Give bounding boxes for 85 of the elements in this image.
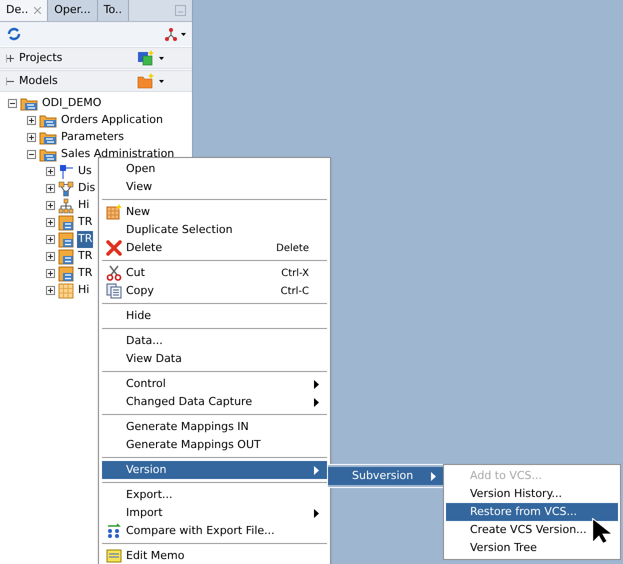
menu-item[interactable]: Subversion <box>328 467 444 485</box>
menu-item[interactable]: Control <box>102 375 327 393</box>
datastore-icon <box>58 266 74 282</box>
tree-item[interactable]: Hi <box>77 197 90 214</box>
expand-icon[interactable] <box>46 167 55 176</box>
expand-icon[interactable] <box>46 218 55 227</box>
menu-item[interactable]: Version <box>102 461 327 479</box>
mouse-pointer-icon <box>592 518 613 544</box>
menu-item[interactable]: Data... <box>102 332 327 350</box>
key-arrow-icon <box>58 164 74 180</box>
copy-icon <box>106 283 122 299</box>
compare-icon <box>106 523 122 539</box>
memo-icon <box>106 548 122 564</box>
diagram-icon <box>58 180 74 196</box>
menu-item[interactable]: Restore from VCS... <box>446 503 618 521</box>
menu-item[interactable]: View Data <box>102 350 327 368</box>
model-folder-icon <box>39 147 57 162</box>
new-table-icon <box>106 204 122 220</box>
menu-item[interactable]: Version History... <box>446 485 618 503</box>
shortcut-text: Ctrl-X <box>281 266 309 280</box>
accordion-header[interactable]: Projects <box>0 47 192 69</box>
caret-icon[interactable] <box>159 56 164 60</box>
tree-item[interactable]: Us <box>77 163 93 180</box>
shortcut-text: Delete <box>276 242 309 256</box>
menu-item[interactable]: Duplicate Selection <box>102 221 327 239</box>
connect-menu-button[interactable] <box>164 27 186 41</box>
expand-icon[interactable] <box>46 184 55 193</box>
menu-item[interactable]: Copy Ctrl-C <box>102 282 327 300</box>
tab[interactable]: Oper... <box>48 0 98 21</box>
menu-item[interactable]: Version Tree <box>446 539 618 557</box>
new-folder-icon <box>137 73 155 89</box>
refresh-icon[interactable] <box>6 26 22 42</box>
accordion-header[interactable]: Models <box>0 70 192 92</box>
tree-item[interactable]: ODI_DEMO <box>41 95 102 112</box>
model-folder-icon <box>39 130 57 145</box>
delete-icon <box>106 240 122 256</box>
close-icon[interactable] <box>34 7 42 14</box>
datastore-icon <box>58 248 74 264</box>
tree-item[interactable]: TR <box>77 265 94 282</box>
new-project-icon <box>137 50 155 66</box>
menu-item[interactable]: Import <box>102 504 327 522</box>
tree-item[interactable]: Dis <box>77 180 96 197</box>
menu-item[interactable]: Create VCS Version... <box>446 521 618 539</box>
tree-item[interactable]: TR <box>77 231 94 248</box>
menu-item[interactable]: Export... <box>102 486 327 504</box>
hierarchy-icon <box>58 198 74 214</box>
collapse-icon[interactable] <box>27 150 36 159</box>
menu-item[interactable]: Delete Delete <box>102 239 327 257</box>
expand-icon[interactable] <box>46 252 55 261</box>
menu-item[interactable]: New <box>102 203 327 221</box>
menu-item[interactable]: Open <box>102 160 327 178</box>
menu-item[interactable]: Hide <box>102 307 327 325</box>
caret-icon[interactable] <box>159 80 164 82</box>
expand-icon[interactable] <box>27 116 36 125</box>
expand-icon[interactable] <box>46 286 55 295</box>
table-icon <box>58 282 74 298</box>
menu-item[interactable]: Cut Ctrl-X <box>102 264 327 282</box>
menu-item[interactable]: Compare with Export File... <box>102 522 327 540</box>
model-folder-icon <box>20 96 38 111</box>
scissors-icon <box>106 265 122 281</box>
shortcut-text: Ctrl-C <box>280 284 309 298</box>
expand-icon[interactable] <box>46 235 55 244</box>
datastore-icon <box>58 214 74 230</box>
tab[interactable]: De.. <box>0 0 48 21</box>
caret-icon <box>181 32 186 36</box>
tab[interactable]: To.. <box>98 0 130 21</box>
expand-icon[interactable] <box>46 201 55 210</box>
menu-item[interactable]: Generate Mappings IN <box>102 418 327 436</box>
expand-icon <box>6 54 15 62</box>
tree-item[interactable]: TR <box>77 248 94 265</box>
expand-icon[interactable] <box>46 269 55 278</box>
menu-item[interactable]: Changed Data Capture <box>102 393 327 411</box>
collapse-icon <box>6 76 15 86</box>
model-folder-icon <box>39 113 57 128</box>
menu-item[interactable]: Edit Memo <box>102 547 327 564</box>
expand-icon[interactable] <box>27 133 36 142</box>
tree-item[interactable]: Orders Application <box>60 112 164 129</box>
network-icon <box>164 27 178 41</box>
menu-item[interactable]: View <box>102 178 327 196</box>
datastore-icon <box>58 232 74 248</box>
tree-item[interactable]: TR <box>77 214 94 231</box>
menu-item[interactable]: Generate Mappings OUT <box>102 436 327 454</box>
collapse-icon[interactable] <box>8 99 17 108</box>
tree-item[interactable]: Hi <box>77 282 90 299</box>
tree-item[interactable]: Parameters <box>60 129 125 146</box>
